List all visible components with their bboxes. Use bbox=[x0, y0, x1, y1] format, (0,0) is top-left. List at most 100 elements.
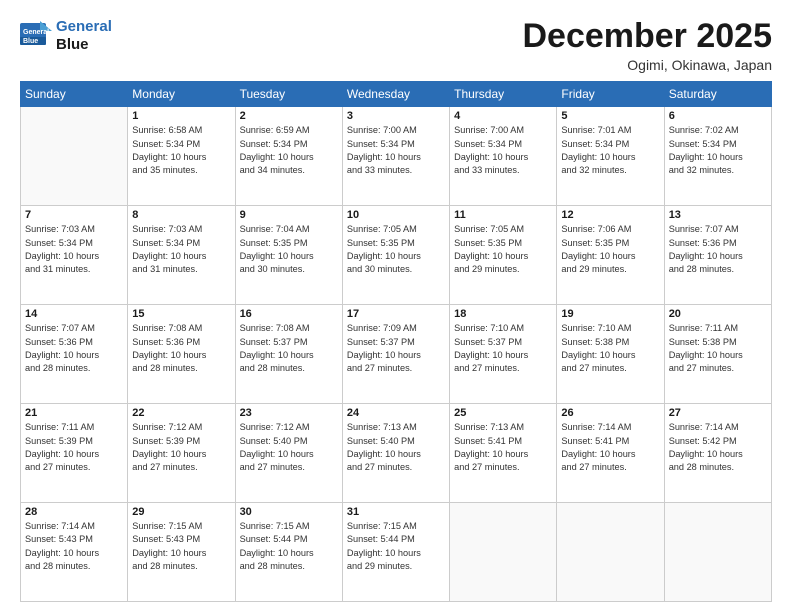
day-number: 5 bbox=[561, 110, 659, 122]
calendar-cell: 30Sunrise: 7:15 AMSunset: 5:44 PMDayligh… bbox=[235, 503, 342, 602]
day-number: 16 bbox=[240, 308, 338, 320]
day-info: Sunrise: 7:03 AMSunset: 5:34 PMDaylight:… bbox=[132, 223, 230, 276]
calendar-cell: 8 Sunrise: 7:03 AMSunset: 5:34 PMDaylight… bbox=[128, 206, 235, 305]
day-info: Sunrise: 7:12 AMSunset: 5:40 PMDaylight:… bbox=[240, 421, 338, 474]
calendar-cell: 19 Sunrise: 7:10 AMSunset: 5:38 PMDayligh… bbox=[557, 305, 664, 404]
calendar-cell bbox=[450, 503, 557, 602]
calendar-cell: 16 Sunrise: 7:08 AMSunset: 5:37 PMDayligh… bbox=[235, 305, 342, 404]
calendar-cell: 11 Sunrise: 7:05 AMSunset: 5:35 PMDayligh… bbox=[450, 206, 557, 305]
week-row-1: 1 Sunrise: 6:58 AMSunset: 5:34 PMDaylight… bbox=[21, 107, 772, 206]
calendar-cell: 26 Sunrise: 7:14 AMSunset: 5:41 PMDayligh… bbox=[557, 404, 664, 503]
day-info: Sunrise: 7:12 AMSunset: 5:39 PMDaylight:… bbox=[132, 421, 230, 474]
day-number: 9 bbox=[240, 209, 338, 221]
calendar-cell: 27Sunrise: 7:14 AMSunset: 5:42 PMDayligh… bbox=[664, 404, 771, 503]
day-info: Sunrise: 7:09 AMSunset: 5:37 PMDaylight:… bbox=[347, 322, 445, 375]
day-info: Sunrise: 7:13 AMSunset: 5:41 PMDaylight:… bbox=[454, 421, 552, 474]
calendar-cell: 2 Sunrise: 6:59 AMSunset: 5:34 PMDaylight… bbox=[235, 107, 342, 206]
calendar-cell: 10 Sunrise: 7:05 AMSunset: 5:35 PMDayligh… bbox=[342, 206, 449, 305]
calendar-cell: 15Sunrise: 7:08 AMSunset: 5:36 PMDayligh… bbox=[128, 305, 235, 404]
svg-text:Blue: Blue bbox=[23, 38, 38, 45]
day-info: Sunrise: 7:10 AMSunset: 5:38 PMDaylight:… bbox=[561, 322, 659, 375]
day-number: 14 bbox=[25, 308, 123, 320]
month-title: December 2025 bbox=[522, 18, 772, 55]
calendar-cell: 17 Sunrise: 7:09 AMSunset: 5:37 PMDayligh… bbox=[342, 305, 449, 404]
calendar-cell: 24 Sunrise: 7:13 AMSunset: 5:40 PMDayligh… bbox=[342, 404, 449, 503]
calendar-cell: 13Sunrise: 7:07 AMSunset: 5:36 PMDayligh… bbox=[664, 206, 771, 305]
calendar-cell: 21 Sunrise: 7:11 AMSunset: 5:39 PMDayligh… bbox=[21, 404, 128, 503]
calendar-cell: 4 Sunrise: 7:00 AMSunset: 5:34 PMDaylight… bbox=[450, 107, 557, 206]
day-number: 12 bbox=[561, 209, 659, 221]
day-number: 19 bbox=[561, 308, 659, 320]
logo-icon: General Blue bbox=[20, 21, 52, 51]
calendar-cell: 14 Sunrise: 7:07 AMSunset: 5:36 PMDayligh… bbox=[21, 305, 128, 404]
day-number: 8 bbox=[132, 209, 230, 221]
day-info: Sunrise: 7:06 AMSunset: 5:35 PMDaylight:… bbox=[561, 223, 659, 276]
day-number: 11 bbox=[454, 209, 552, 221]
day-number: 3 bbox=[347, 110, 445, 122]
calendar-cell: 12 Sunrise: 7:06 AMSunset: 5:35 PMDayligh… bbox=[557, 206, 664, 305]
day-info: Sunrise: 7:11 AMSunset: 5:39 PMDaylight:… bbox=[25, 421, 123, 474]
day-number: 20 bbox=[669, 308, 767, 320]
day-number: 10 bbox=[347, 209, 445, 221]
day-info: Sunrise: 7:07 AMSunset: 5:36 PMDaylight:… bbox=[25, 322, 123, 375]
calendar-cell: 18 Sunrise: 7:10 AMSunset: 5:37 PMDayligh… bbox=[450, 305, 557, 404]
day-number: 2 bbox=[240, 110, 338, 122]
day-number: 1 bbox=[132, 110, 230, 122]
day-info: Sunrise: 6:59 AMSunset: 5:34 PMDaylight:… bbox=[240, 124, 338, 177]
calendar-cell bbox=[664, 503, 771, 602]
day-number: 26 bbox=[561, 407, 659, 419]
day-number: 25 bbox=[454, 407, 552, 419]
week-row-3: 14 Sunrise: 7:07 AMSunset: 5:36 PMDayligh… bbox=[21, 305, 772, 404]
day-number: 4 bbox=[454, 110, 552, 122]
weekday-header-tuesday: Tuesday bbox=[235, 82, 342, 107]
calendar-cell bbox=[21, 107, 128, 206]
day-number: 7 bbox=[25, 209, 123, 221]
day-number: 21 bbox=[25, 407, 123, 419]
day-number: 28 bbox=[25, 506, 123, 518]
day-number: 23 bbox=[240, 407, 338, 419]
calendar-cell: 23 Sunrise: 7:12 AMSunset: 5:40 PMDayligh… bbox=[235, 404, 342, 503]
day-number: 15 bbox=[132, 308, 230, 320]
week-row-5: 28Sunrise: 7:14 AMSunset: 5:43 PMDayligh… bbox=[21, 503, 772, 602]
day-info: Sunrise: 7:05 AMSunset: 5:35 PMDaylight:… bbox=[454, 223, 552, 276]
day-info: Sunrise: 7:08 AMSunset: 5:37 PMDaylight:… bbox=[240, 322, 338, 375]
week-row-4: 21 Sunrise: 7:11 AMSunset: 5:39 PMDayligh… bbox=[21, 404, 772, 503]
calendar-cell bbox=[557, 503, 664, 602]
calendar-cell: 3 Sunrise: 7:00 AMSunset: 5:34 PMDaylight… bbox=[342, 107, 449, 206]
calendar-cell: 1 Sunrise: 6:58 AMSunset: 5:34 PMDaylight… bbox=[128, 107, 235, 206]
day-number: 27 bbox=[669, 407, 767, 419]
calendar-cell: 20 Sunrise: 7:11 AMSunset: 5:38 PMDayligh… bbox=[664, 305, 771, 404]
calendar-cell: 29 Sunrise: 7:15 AMSunset: 5:43 PMDayligh… bbox=[128, 503, 235, 602]
day-info: Sunrise: 7:15 AMSunset: 5:44 PMDaylight:… bbox=[240, 520, 338, 573]
logo-general: General bbox=[56, 18, 112, 35]
svg-text:General: General bbox=[23, 29, 49, 36]
weekday-header-monday: Monday bbox=[128, 82, 235, 107]
day-info: Sunrise: 7:00 AMSunset: 5:34 PMDaylight:… bbox=[347, 124, 445, 177]
day-info: Sunrise: 7:05 AMSunset: 5:35 PMDaylight:… bbox=[347, 223, 445, 276]
calendar-table: SundayMondayTuesdayWednesdayThursdayFrid… bbox=[20, 81, 772, 602]
week-row-2: 7 Sunrise: 7:03 AMSunset: 5:34 PMDaylight… bbox=[21, 206, 772, 305]
day-info: Sunrise: 7:14 AMSunset: 5:41 PMDaylight:… bbox=[561, 421, 659, 474]
day-info: Sunrise: 7:03 AMSunset: 5:34 PMDaylight:… bbox=[25, 223, 123, 276]
calendar-cell: 31Sunrise: 7:15 AMSunset: 5:44 PMDayligh… bbox=[342, 503, 449, 602]
title-block: December 2025 Ogimi, Okinawa, Japan bbox=[522, 18, 772, 73]
day-info: Sunrise: 6:58 AMSunset: 5:34 PMDaylight:… bbox=[132, 124, 230, 177]
calendar-cell: 9 Sunrise: 7:04 AMSunset: 5:35 PMDaylight… bbox=[235, 206, 342, 305]
day-number: 24 bbox=[347, 407, 445, 419]
day-info: Sunrise: 7:00 AMSunset: 5:34 PMDaylight:… bbox=[454, 124, 552, 177]
day-info: Sunrise: 7:01 AMSunset: 5:34 PMDaylight:… bbox=[561, 124, 659, 177]
weekday-header-friday: Friday bbox=[557, 82, 664, 107]
calendar-cell: 5 Sunrise: 7:01 AMSunset: 5:34 PMDaylight… bbox=[557, 107, 664, 206]
weekday-header-thursday: Thursday bbox=[450, 82, 557, 107]
day-info: Sunrise: 7:10 AMSunset: 5:37 PMDaylight:… bbox=[454, 322, 552, 375]
day-number: 31 bbox=[347, 506, 445, 518]
day-info: Sunrise: 7:11 AMSunset: 5:38 PMDaylight:… bbox=[669, 322, 767, 375]
day-number: 18 bbox=[454, 308, 552, 320]
day-info: Sunrise: 7:13 AMSunset: 5:40 PMDaylight:… bbox=[347, 421, 445, 474]
day-info: Sunrise: 7:04 AMSunset: 5:35 PMDaylight:… bbox=[240, 223, 338, 276]
day-info: Sunrise: 7:15 AMSunset: 5:43 PMDaylight:… bbox=[132, 520, 230, 573]
day-number: 17 bbox=[347, 308, 445, 320]
day-number: 29 bbox=[132, 506, 230, 518]
calendar-cell: 7 Sunrise: 7:03 AMSunset: 5:34 PMDaylight… bbox=[21, 206, 128, 305]
logo-blue: Blue bbox=[56, 36, 89, 53]
